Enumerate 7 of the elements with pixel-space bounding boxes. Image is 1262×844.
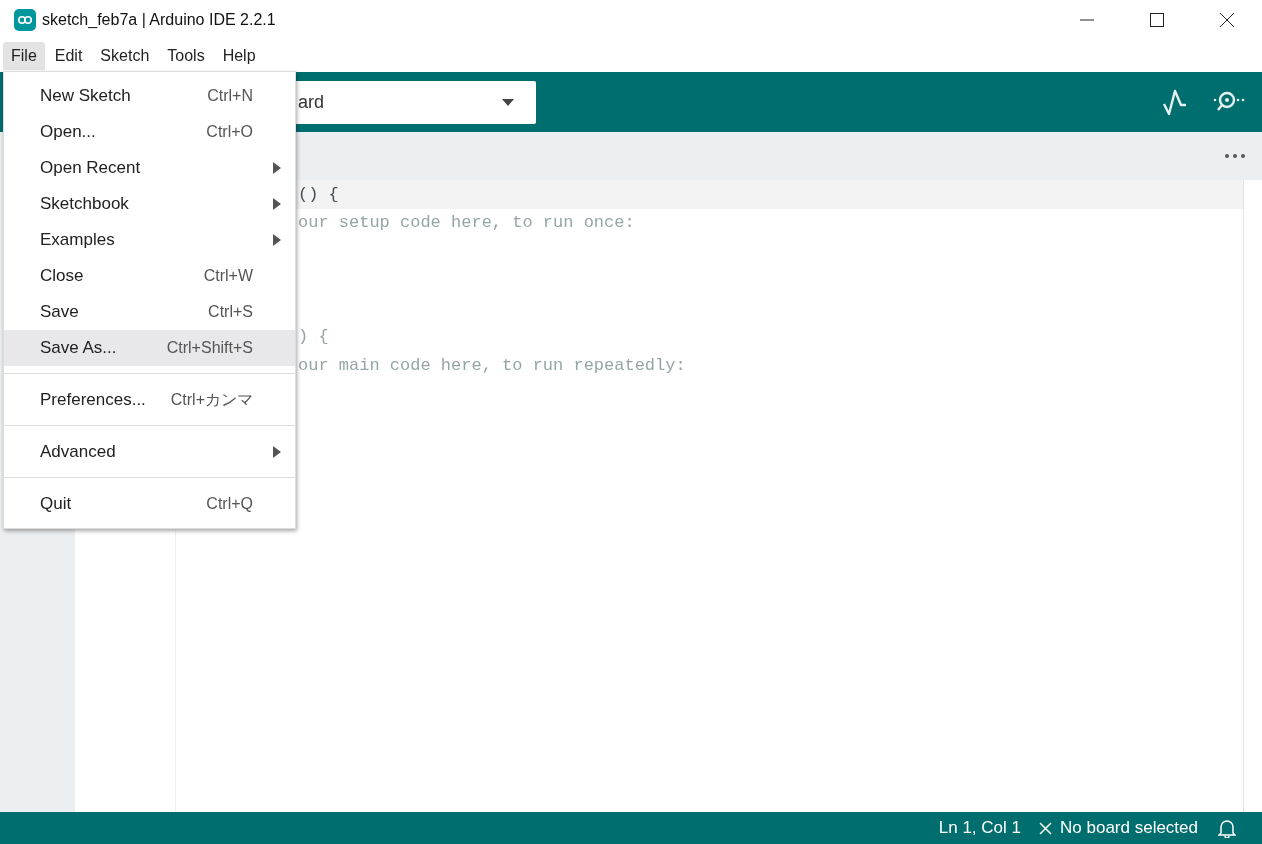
board-status: No board selected: [1060, 818, 1198, 838]
code-line: our main code here, to run repeatedly:: [298, 355, 686, 375]
window-title: sketch_feb7a | Arduino IDE 2.2.1: [42, 11, 277, 29]
code-line: our setup code here, to run once:: [298, 213, 635, 233]
cursor-position: Ln 1, Col 1: [938, 818, 1021, 838]
code-line: () {: [298, 184, 339, 204]
code-line: ) {: [298, 327, 329, 347]
